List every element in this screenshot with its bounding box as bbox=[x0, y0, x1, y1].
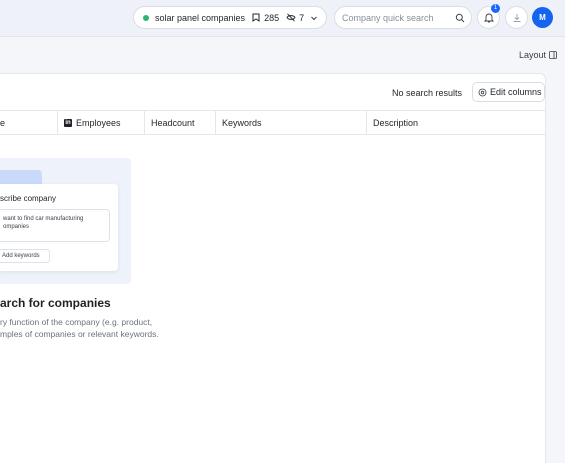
layout-toggle[interactable]: Layout bbox=[519, 50, 557, 60]
column-header-description[interactable]: Description bbox=[366, 111, 546, 134]
layout-panel-icon bbox=[549, 51, 557, 59]
illustration-card-title: scribe company bbox=[0, 194, 57, 203]
results-panel: No search results Edit columns e in Empl… bbox=[0, 73, 546, 463]
column-header-headcount[interactable]: Headcount bbox=[144, 111, 215, 134]
results-status: No search results bbox=[392, 88, 463, 98]
empty-state-title: arch for companies bbox=[0, 296, 111, 310]
saved-search-selector[interactable]: solar panel companies 285 7 bbox=[133, 6, 327, 29]
column-header-keywords[interactable]: Keywords bbox=[215, 111, 366, 134]
status-dot bbox=[143, 14, 149, 21]
column-header-name[interactable]: e bbox=[0, 111, 57, 134]
search-icon[interactable] bbox=[455, 13, 465, 23]
edit-columns-label: Edit columns bbox=[490, 87, 542, 97]
download-icon bbox=[513, 13, 520, 22]
bookmark-icon bbox=[251, 13, 261, 23]
illustration-tab bbox=[0, 170, 42, 184]
layout-label: Layout bbox=[519, 50, 547, 60]
top-bar: solar panel companies 285 7 1 M bbox=[0, 0, 565, 37]
bell-icon bbox=[483, 13, 494, 23]
edit-columns-button[interactable]: Edit columns bbox=[472, 82, 545, 102]
illustration-card: scribe company want to find car manufact… bbox=[0, 184, 118, 271]
company-quick-search[interactable] bbox=[334, 6, 472, 29]
empty-state-description: ry function of the company (e.g. product… bbox=[0, 317, 159, 339]
bookmark-count: 285 bbox=[264, 12, 280, 23]
linkedin-icon: in bbox=[64, 118, 72, 127]
eye-off-icon bbox=[286, 13, 296, 23]
chevron-down-icon[interactable] bbox=[309, 13, 319, 23]
saved-search-name: solar panel companies bbox=[155, 12, 246, 23]
notifications-button[interactable]: 1 bbox=[477, 4, 500, 29]
excluded-count: 7 bbox=[299, 12, 305, 23]
download-button[interactable] bbox=[505, 6, 528, 29]
avatar[interactable]: M bbox=[532, 7, 553, 28]
empty-state-illustration: scribe company want to find car manufact… bbox=[0, 158, 131, 284]
column-header-employees[interactable]: in Employees bbox=[57, 111, 144, 134]
settings-icon bbox=[478, 88, 487, 96]
illustration-add-keywords-button: Add keywords bbox=[0, 249, 50, 263]
notification-badge: 1 bbox=[491, 4, 500, 13]
table-header: e in Employees Headcount Keywords Descri… bbox=[0, 110, 546, 135]
illustration-input: want to find car manufacturing ompanies bbox=[0, 209, 110, 242]
quick-search-input[interactable] bbox=[342, 12, 452, 23]
